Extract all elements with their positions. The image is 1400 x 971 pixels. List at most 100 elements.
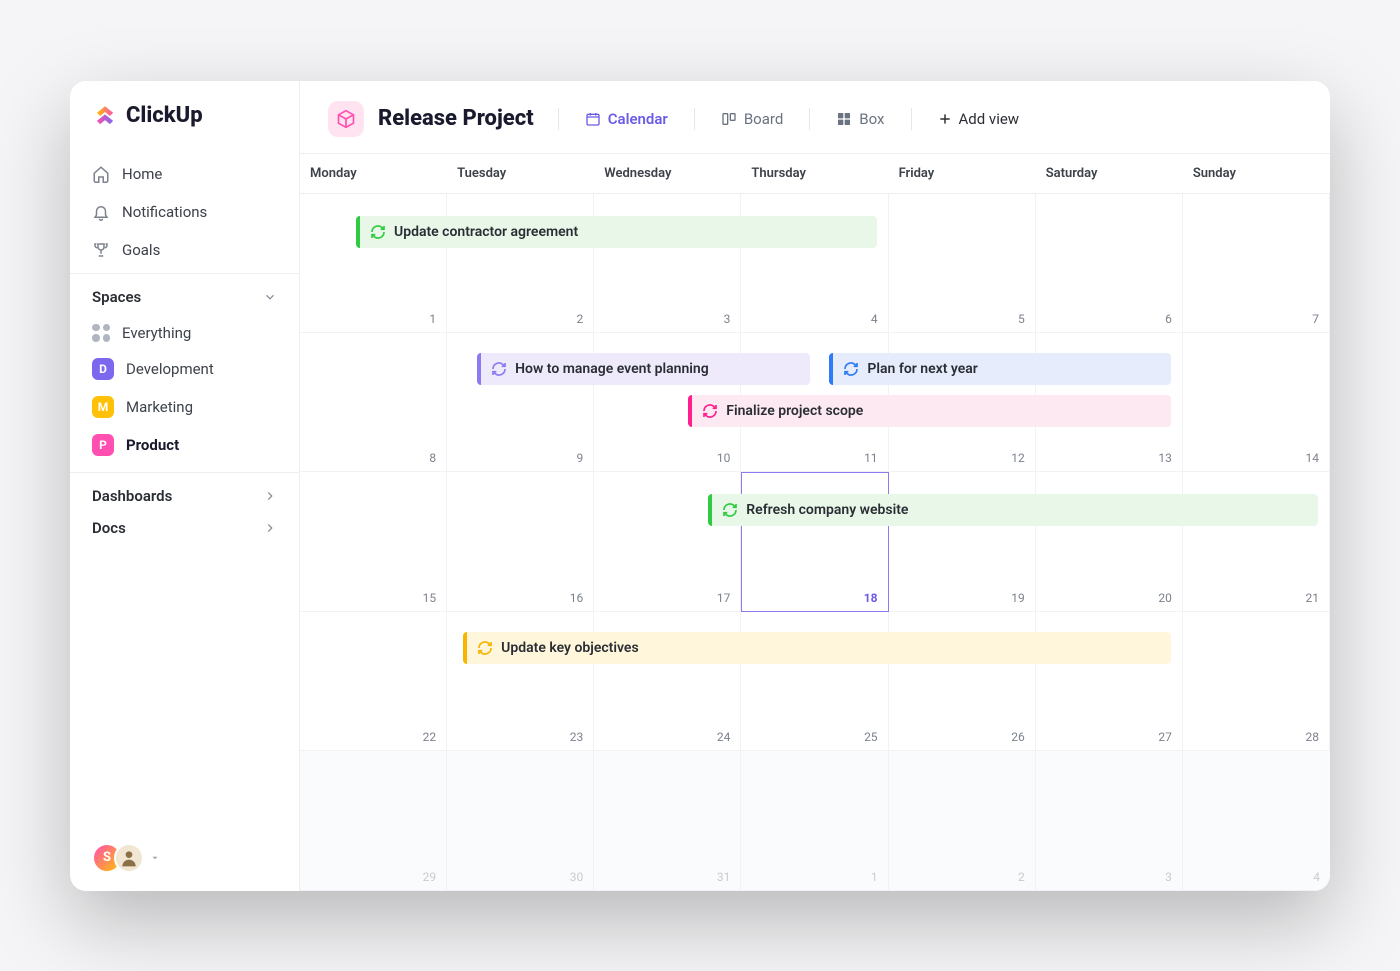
day-number: 3 xyxy=(724,312,731,326)
dow-cell: Tuesday xyxy=(447,154,594,194)
day-number: 23 xyxy=(570,730,584,744)
calendar-event[interactable]: Update contractor agreement xyxy=(356,216,877,248)
space-label: Everything xyxy=(122,324,191,342)
space-item[interactable]: M Marketing xyxy=(70,388,299,426)
trophy-icon xyxy=(92,241,110,259)
recurring-icon xyxy=(722,502,738,518)
avatar[interactable] xyxy=(114,843,144,873)
day-cell[interactable]: 18 xyxy=(741,472,888,611)
docs-header[interactable]: Docs xyxy=(70,515,299,547)
day-number: 10 xyxy=(717,451,731,465)
event-title: Refresh company website xyxy=(746,502,908,518)
day-number: 29 xyxy=(423,870,437,884)
plus-icon xyxy=(938,112,952,126)
chevron-right-icon xyxy=(263,521,277,535)
day-cell[interactable]: 4 xyxy=(1183,751,1330,890)
day-cell[interactable]: 14 xyxy=(1183,333,1330,472)
project-title: Release Project xyxy=(378,106,534,131)
day-number: 25 xyxy=(864,730,878,744)
day-number: 2 xyxy=(1018,870,1025,884)
day-number: 3 xyxy=(1165,870,1172,884)
view-tab-board[interactable]: Board xyxy=(709,104,795,134)
day-cell[interactable]: 7 xyxy=(1183,194,1330,333)
day-number: 1 xyxy=(871,870,878,884)
nav-notifications[interactable]: Notifications xyxy=(70,193,299,231)
nav-label: Goals xyxy=(122,241,160,259)
nav-home[interactable]: Home xyxy=(70,155,299,193)
recurring-icon xyxy=(843,361,859,377)
dow-cell: Friday xyxy=(889,154,1036,194)
day-cell[interactable]: 20 xyxy=(1036,472,1183,611)
day-cell[interactable]: 2 xyxy=(889,751,1036,890)
dashboards-header[interactable]: Dashboards xyxy=(70,472,299,515)
day-number: 15 xyxy=(423,591,437,605)
day-cell[interactable]: 22 xyxy=(300,612,447,751)
dow-cell: Monday xyxy=(300,154,447,194)
calendar-event[interactable]: Update key objectives xyxy=(463,632,1171,664)
avatar-stack[interactable]: S xyxy=(92,843,144,873)
recurring-icon xyxy=(491,361,507,377)
dow-cell: Sunday xyxy=(1183,154,1330,194)
calendar-event[interactable]: Plan for next year xyxy=(829,353,1170,385)
day-cell[interactable]: 21 xyxy=(1183,472,1330,611)
day-number: 9 xyxy=(577,451,584,465)
space-badge: P xyxy=(92,434,114,456)
docs-label: Docs xyxy=(92,519,126,537)
day-cell[interactable]: 4 xyxy=(741,194,888,333)
clickup-logo-icon xyxy=(92,103,118,129)
view-tab-label: Calendar xyxy=(608,110,668,128)
sidebar: ClickUp Home Notifications Goals Spaces … xyxy=(70,81,300,891)
day-cell[interactable]: 31 xyxy=(594,751,741,890)
day-number: 26 xyxy=(1011,730,1025,744)
space-badge: M xyxy=(92,396,114,418)
day-cell[interactable]: 30 xyxy=(447,751,594,890)
add-view-label: Add view xyxy=(959,110,1020,128)
day-number: 11 xyxy=(864,451,878,465)
main: Release Project Calendar Board Box Add v… xyxy=(300,81,1330,891)
day-cell[interactable]: 5 xyxy=(889,194,1036,333)
cube-icon xyxy=(336,109,356,129)
view-tab-box[interactable]: Box xyxy=(824,104,896,134)
day-cell[interactable]: 3 xyxy=(594,194,741,333)
project-badge[interactable] xyxy=(328,101,364,137)
calendar-event[interactable]: How to manage event planning xyxy=(477,353,810,385)
day-cell[interactable]: 19 xyxy=(889,472,1036,611)
day-cell[interactable]: 16 xyxy=(447,472,594,611)
day-number: 17 xyxy=(717,591,731,605)
caret-down-icon[interactable] xyxy=(150,853,160,863)
day-cell[interactable]: 8 xyxy=(300,333,447,472)
space-everything[interactable]: Everything xyxy=(70,316,299,350)
brand-logo[interactable]: ClickUp xyxy=(70,103,299,151)
space-item[interactable]: DDevelopment xyxy=(70,350,299,388)
day-cell[interactable]: 6 xyxy=(1036,194,1183,333)
day-cell[interactable]: 28 xyxy=(1183,612,1330,751)
space-label: Marketing xyxy=(126,398,193,416)
day-number: 6 xyxy=(1165,312,1172,326)
week-row: 891011121314 How to manage event plannin… xyxy=(300,333,1330,472)
spaces-header[interactable]: Spaces xyxy=(70,273,299,316)
day-cell[interactable]: 17 xyxy=(594,472,741,611)
nav-goals[interactable]: Goals xyxy=(70,231,299,269)
space-label: Development xyxy=(126,360,214,378)
dow-cell: Saturday xyxy=(1036,154,1183,194)
day-cell[interactable]: 2 xyxy=(447,194,594,333)
day-cell[interactable]: 1 xyxy=(741,751,888,890)
day-cell[interactable]: 15 xyxy=(300,472,447,611)
calendar-event[interactable]: Finalize project scope xyxy=(688,395,1171,427)
day-number: 1 xyxy=(429,312,436,326)
separator xyxy=(558,108,559,130)
day-number: 27 xyxy=(1158,730,1172,744)
view-tab-calendar[interactable]: Calendar xyxy=(573,104,680,134)
spaces-list: DDevelopment M Marketing PProduct xyxy=(70,350,299,464)
add-view-button[interactable]: Add view xyxy=(926,104,1032,134)
dashboards-label: Dashboards xyxy=(92,487,172,505)
event-accent-bar xyxy=(829,353,833,385)
box-grid-icon xyxy=(836,111,852,127)
home-icon xyxy=(92,165,110,183)
event-accent-bar xyxy=(688,395,692,427)
day-cell[interactable]: 29 xyxy=(300,751,447,890)
space-item[interactable]: PProduct xyxy=(70,426,299,464)
day-cell[interactable]: 1 xyxy=(300,194,447,333)
day-cell[interactable]: 3 xyxy=(1036,751,1183,890)
calendar-event[interactable]: Refresh company website xyxy=(708,494,1318,526)
